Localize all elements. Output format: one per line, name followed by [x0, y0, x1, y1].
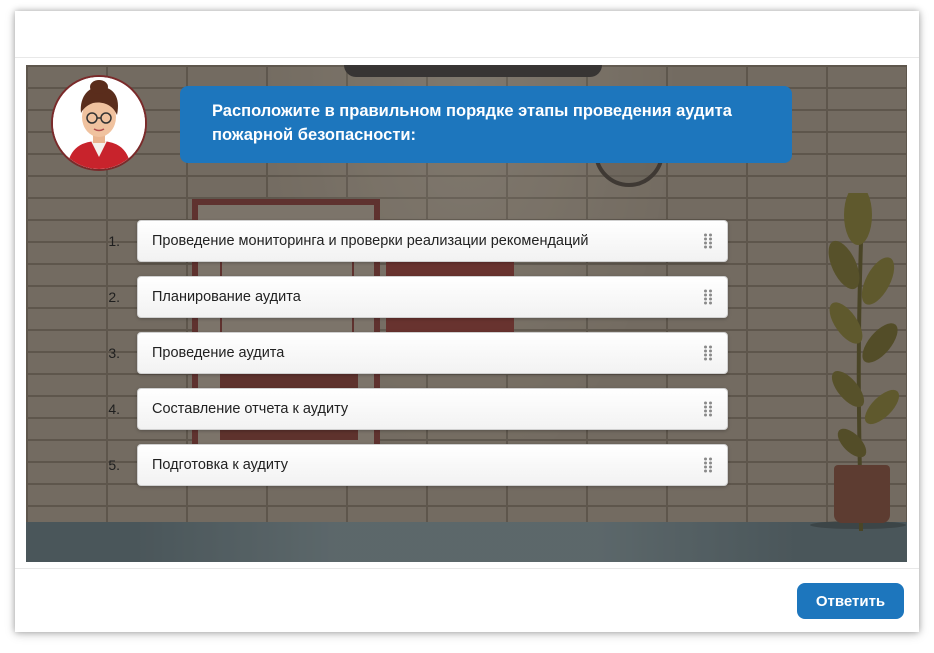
slide-stage: Расположите в правильном порядке этапы п…: [26, 65, 907, 562]
drag-handle-icon[interactable]: [703, 345, 713, 361]
footer-divider: [15, 568, 919, 569]
header-divider: [15, 57, 919, 58]
sequence-item[interactable]: Проведение аудита: [137, 332, 728, 374]
sequence-item[interactable]: Составление отчета к аудиту: [137, 388, 728, 430]
sequence-number: 2.: [108, 289, 120, 305]
sequence-number: 5.: [108, 457, 120, 473]
drag-handle-icon[interactable]: [703, 457, 713, 473]
sequence-item[interactable]: Планирование аудита: [137, 276, 728, 318]
drag-handle-icon[interactable]: [703, 289, 713, 305]
sequence-item[interactable]: Подготовка к аудиту: [137, 444, 728, 486]
sequence-item-label: Составление отчета к аудиту: [152, 401, 349, 417]
sequence-row: 1. Проведение мониторинга и проверки реа…: [26, 220, 907, 262]
sequence-row: 4. Составление отчета к аудиту: [26, 388, 907, 430]
sequence-item-label: Проведение аудита: [152, 345, 285, 361]
sequence-number: 1.: [108, 233, 120, 249]
sequence-number: 4.: [108, 401, 120, 417]
drag-handle-icon[interactable]: [703, 401, 713, 417]
sequence-item[interactable]: Проведение мониторинга и проверки реализ…: [137, 220, 728, 262]
presenter-avatar-icon: [53, 77, 145, 169]
drag-handle-icon[interactable]: [703, 233, 713, 249]
question-text: Расположите в правильном порядке этапы п…: [180, 86, 792, 163]
sequence-item-label: Планирование аудита: [152, 289, 301, 305]
sequence-row: 2. Планирование аудита: [26, 276, 907, 318]
sequence-row: 3. Проведение аудита: [26, 332, 907, 374]
sequence-item-label: Подготовка к аудиту: [152, 457, 289, 473]
sequence-number: 3.: [108, 345, 120, 361]
sequence-item-label: Проведение мониторинга и проверки реализ…: [152, 233, 589, 249]
presenter-avatar: [51, 75, 147, 171]
submit-answer-button[interactable]: Ответить: [797, 583, 904, 619]
sequence-row: 5. Подготовка к аудиту: [26, 444, 907, 486]
quiz-slide: Расположите в правильном порядке этапы п…: [15, 11, 919, 632]
